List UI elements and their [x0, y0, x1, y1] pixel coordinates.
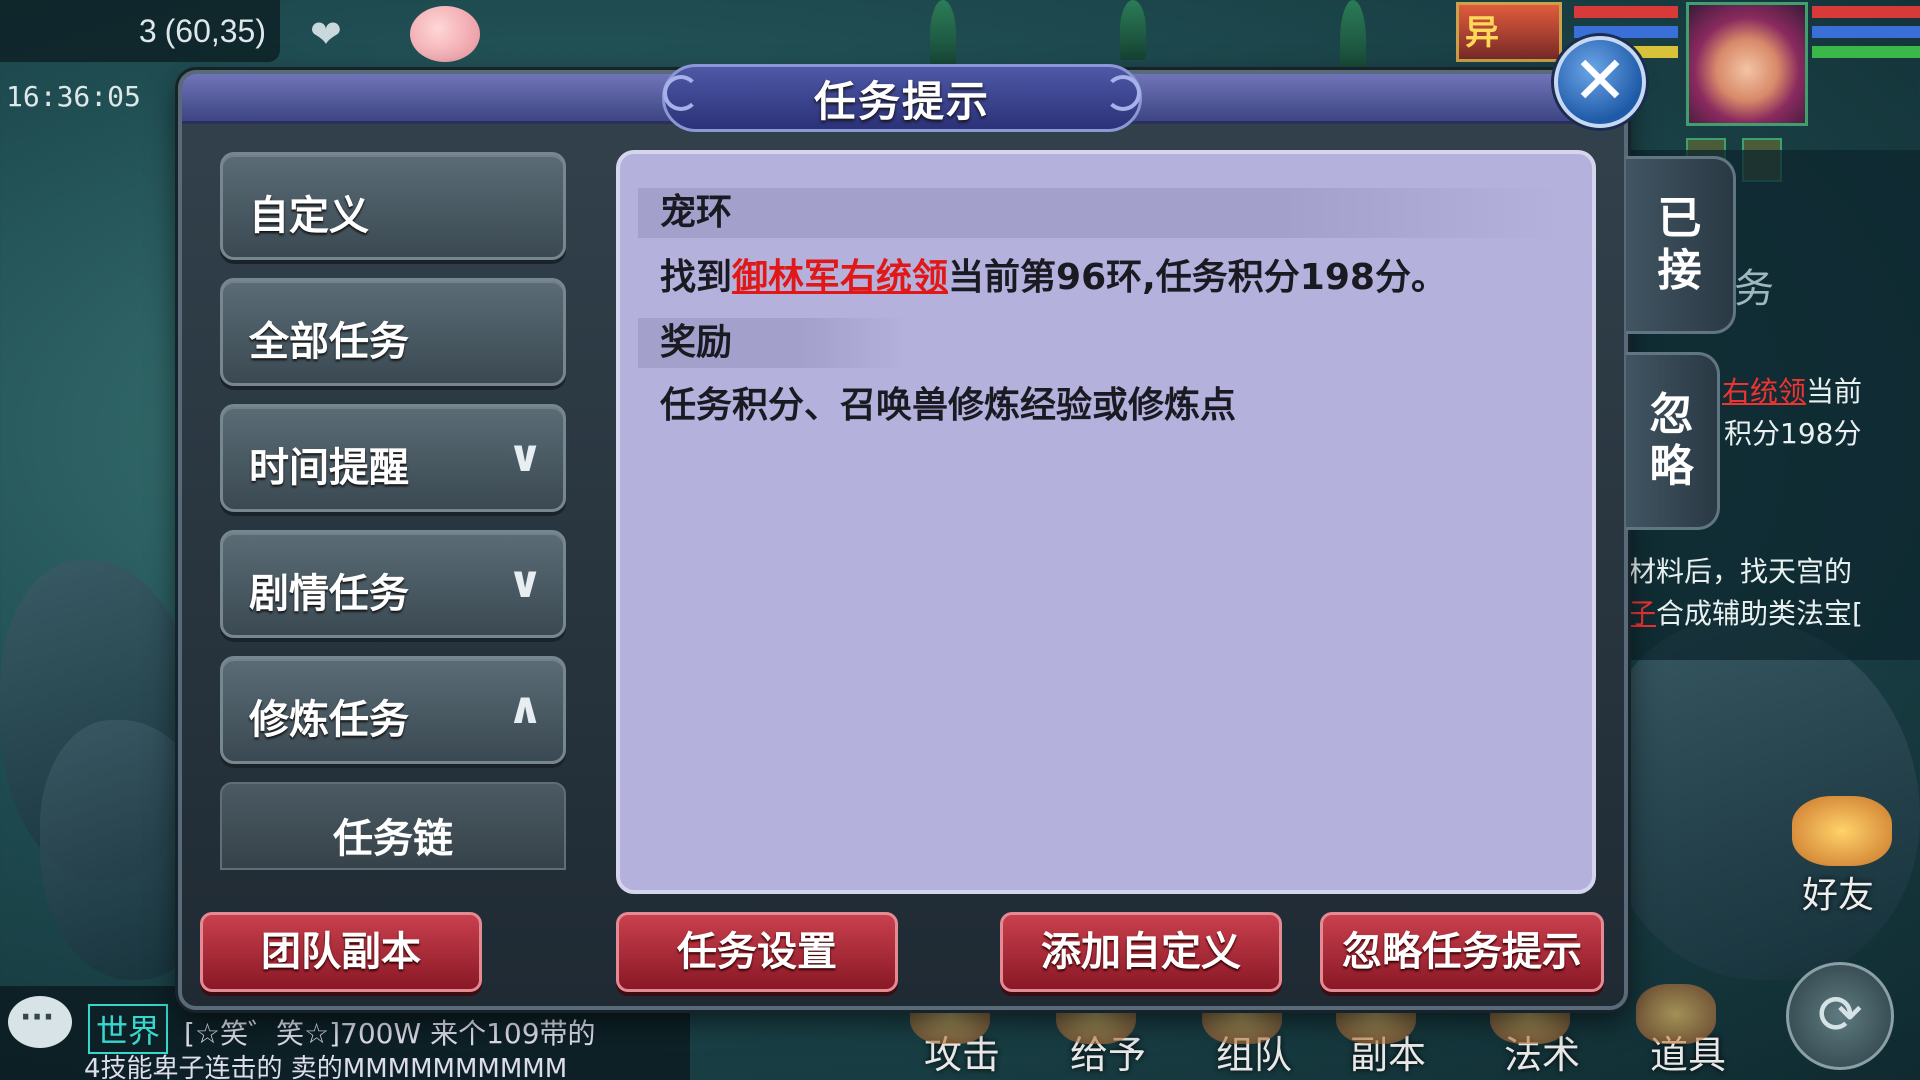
chat-message-line: 4技能卑子连击的 卖的MMMMMMMMMM: [84, 1054, 568, 1080]
seaweed: [1120, 0, 1146, 60]
dialog-title: 任务提示: [813, 76, 990, 126]
nav-sub-label: 任务链: [333, 816, 453, 862]
quest-desc-prefix: 找到: [660, 257, 733, 298]
tracker-line-a-tail: 当前: [1806, 375, 1863, 408]
npc-link[interactable]: 御林军右统领: [732, 257, 948, 298]
refresh-button[interactable]: ⟳: [1786, 962, 1894, 1070]
peach-icon[interactable]: [410, 6, 480, 62]
player-hp-bar: [1812, 6, 1920, 18]
nav-label: 修炼任务: [249, 697, 409, 743]
heart-icon[interactable]: ❤: [310, 12, 342, 56]
reward-description: 任务积分、召唤兽修炼经验或修炼点: [660, 385, 1237, 426]
tracker-npc-link[interactable]: 右统领: [1722, 375, 1806, 408]
dialog-title-plate: 任务提示: [662, 64, 1142, 132]
treasure-chest-icon: [1636, 984, 1716, 1044]
tab-ignored-char2: 略: [1649, 441, 1694, 492]
team-button[interactable]: 组队: [1202, 984, 1292, 1079]
tab-ignored-char1: 忽: [1649, 389, 1694, 440]
coords-prefix: 3: [138, 12, 157, 49]
tracker-line-c: 材料后，找天宫的: [1628, 555, 1853, 588]
quest-description: 找到御林军右统领当前第96环,任务积分198分。: [660, 248, 1447, 300]
game-clock: 16:36:05: [6, 80, 141, 113]
seaweed: [930, 0, 956, 70]
handshake-icon: [1792, 796, 1892, 866]
tracker-line-a: 右统领当前: [1722, 370, 1862, 410]
give-button[interactable]: 给予: [1056, 984, 1146, 1079]
nav-custom[interactable]: 自定义: [220, 152, 566, 260]
seaweed: [1340, 0, 1366, 80]
nav-label: 时间提醒: [249, 445, 409, 491]
tab-ignored[interactable]: 忽 略: [1626, 352, 1720, 530]
tracker-line-b: 积分198分: [1724, 417, 1862, 450]
nav-label: 自定义: [249, 193, 369, 239]
tab-accepted[interactable]: 已 接: [1626, 156, 1736, 334]
section-title-pet-ring: 宠环: [638, 188, 1558, 238]
nav-cultivation-quests[interactable]: 修炼任务 ∧: [220, 656, 566, 764]
section-title-reward: 奖励: [638, 318, 908, 368]
player-exp-bar: [1812, 46, 1920, 58]
tab-accepted-char1: 已: [1657, 193, 1702, 244]
chevron-down-icon: ∨: [507, 557, 543, 608]
nav-time-reminder[interactable]: 时间提醒 ∨: [220, 404, 566, 512]
refresh-icon: ⟳: [1817, 983, 1863, 1046]
coords-value: (60,35): [164, 12, 266, 49]
tracker-line-d: 子合成辅助类法宝[: [1628, 592, 1863, 632]
quest-detail-panel: 宠环 找到御林军右统领当前第96环,任务积分198分。 奖励 任务积分、召唤兽修…: [616, 150, 1596, 894]
target-hp-bar: [1574, 6, 1678, 18]
attack-button[interactable]: 攻击: [910, 984, 1000, 1079]
nav-all-quests[interactable]: 全部任务: [220, 278, 566, 386]
quest-hint-dialog: 任务提示 ✕ 自定义 全部任务 时间提醒 ∨ 剧情任务 ∨ 修炼任务 ∧ 任务链…: [178, 36, 1736, 1010]
friends-label: 好友: [1802, 875, 1875, 916]
close-icon: ✕: [1572, 42, 1628, 119]
chevron-up-icon: ∧: [507, 683, 543, 734]
dungeon-button[interactable]: 副本: [1336, 984, 1426, 1079]
magic-button[interactable]: 法术: [1490, 984, 1580, 1079]
nav-story-quests[interactable]: 剧情任务 ∨: [220, 530, 566, 638]
player-portrait[interactable]: [1686, 2, 1808, 126]
nav-quest-chain[interactable]: 任务链: [220, 782, 566, 870]
friends-button[interactable]: 好友: [1782, 796, 1902, 916]
title-ornament-left: [663, 75, 699, 111]
team-dungeon-button[interactable]: 团队副本: [200, 912, 482, 992]
add-custom-button[interactable]: 添加自定义: [1000, 912, 1282, 992]
nav-label: 剧情任务: [249, 571, 409, 617]
target-portrait-label: 异: [1465, 13, 1499, 53]
chevron-down-icon: ∨: [507, 431, 543, 482]
items-button[interactable]: 道具: [1636, 984, 1726, 1079]
ignore-quest-hint-button[interactable]: 忽略任务提示: [1320, 912, 1604, 992]
tab-accepted-char2: 接: [1657, 245, 1702, 296]
chat-bubble-icon[interactable]: [8, 996, 72, 1048]
quest-settings-button[interactable]: 任务设置: [616, 912, 898, 992]
tracker-fragment: 务: [1734, 266, 1774, 312]
title-ornament-right: [1105, 75, 1141, 111]
chat-channel-tag[interactable]: 世界: [88, 1004, 169, 1054]
target-portrait[interactable]: 异: [1456, 2, 1562, 62]
quest-desc-suffix: 当前第96环,任务积分198分。: [948, 257, 1447, 298]
tracker-item-link[interactable]: 子: [1628, 597, 1656, 630]
nav-label: 全部任务: [249, 319, 409, 365]
map-coordinates[interactable]: 3 (60,35): [0, 0, 280, 62]
player-mp-bar: [1812, 26, 1920, 38]
tracker-line-d-tail: 合成辅助类法宝[: [1656, 597, 1863, 630]
chat-message-line: [☆笑゛笑☆]700W 来个109带的: [184, 1017, 596, 1050]
close-button[interactable]: ✕: [1554, 36, 1646, 128]
